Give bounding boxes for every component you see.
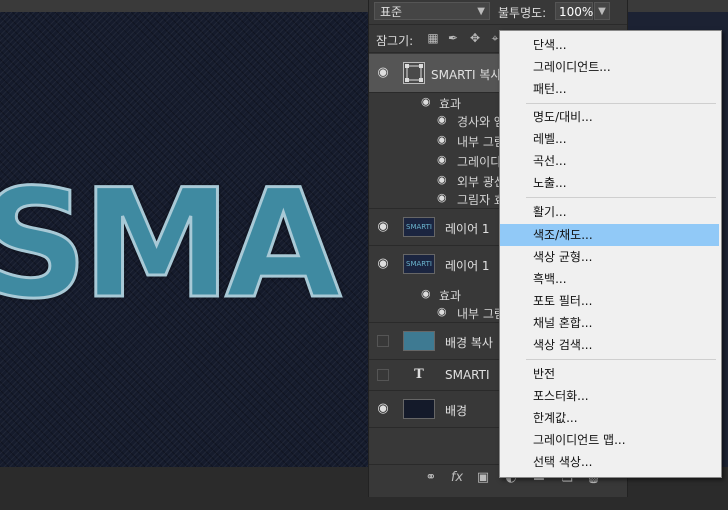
eye-icon[interactable]: ◉ bbox=[437, 153, 447, 166]
lock-pixels-icon[interactable]: ✒ bbox=[447, 32, 459, 44]
effect-name: 그레이디 bbox=[457, 155, 502, 169]
layer-thumbnail: SMARTI bbox=[403, 254, 435, 274]
menu-item-gradient-map[interactable]: 그레이디언트 맵... bbox=[500, 429, 719, 451]
blend-mode-select[interactable]: 표준 ▼ bbox=[374, 2, 490, 20]
opacity-dropdown-button[interactable]: ▼ bbox=[594, 2, 610, 20]
menu-item-pattern[interactable]: 패턴... bbox=[500, 78, 719, 100]
eye-icon[interactable]: ◉ bbox=[437, 305, 447, 318]
menu-item-black-white[interactable]: 흑백... bbox=[500, 268, 719, 290]
menu-item-levels[interactable]: 레벨... bbox=[500, 128, 719, 150]
blend-opacity-row: 표준 ▼ 불투명도: 100% ▼ bbox=[369, 0, 627, 25]
layer-name[interactable]: 배경 복사 bbox=[445, 334, 493, 351]
canvas-denim-text: SMA bbox=[0, 158, 343, 332]
type-layer-icon: T bbox=[414, 367, 424, 382]
menu-item-channel-mixer[interactable]: 채널 혼합... bbox=[500, 312, 719, 334]
menu-item-vibrance[interactable]: 활기... bbox=[500, 201, 719, 223]
lock-position-icon[interactable]: ✥ bbox=[469, 32, 481, 44]
layer-name[interactable]: SMARTI 복사 bbox=[431, 66, 501, 83]
effect-name: 그림자 효 bbox=[457, 193, 505, 207]
visibility-toggle[interactable] bbox=[377, 335, 389, 347]
effect-name: 경사와 엠 bbox=[457, 115, 505, 129]
opacity-input[interactable]: 100% bbox=[555, 2, 593, 20]
eye-icon[interactable]: ◉ bbox=[421, 287, 431, 300]
menu-item-selective-color[interactable]: 선택 색상... bbox=[500, 451, 719, 473]
eye-icon[interactable]: ◉ bbox=[376, 257, 390, 271]
menu-item-invert[interactable]: 반전 bbox=[500, 363, 719, 385]
menu-item-color-balance[interactable]: 색상 균형... bbox=[500, 246, 719, 268]
menu-item-brightness-contrast[interactable]: 명도/대비... bbox=[500, 106, 719, 128]
menu-item-threshold[interactable]: 한계값... bbox=[500, 407, 719, 429]
layer-name[interactable]: 레이어 1 bbox=[445, 220, 490, 237]
lock-label: 잠그기: bbox=[376, 34, 414, 48]
eye-icon[interactable]: ◉ bbox=[437, 191, 447, 204]
menu-separator bbox=[526, 197, 716, 198]
eye-icon[interactable]: ◉ bbox=[376, 220, 390, 234]
eye-icon[interactable]: ◉ bbox=[376, 402, 390, 416]
opacity-label: 불투명도: bbox=[498, 6, 547, 20]
menu-item-posterize[interactable]: 포스터화... bbox=[500, 385, 719, 407]
eye-icon[interactable]: ◉ bbox=[376, 66, 390, 80]
lock-transparency-icon[interactable]: ▦ bbox=[427, 32, 439, 44]
blend-mode-value: 표준 bbox=[380, 5, 403, 19]
mask-icon[interactable]: ▣ bbox=[475, 470, 491, 486]
fx-icon[interactable]: fx bbox=[449, 470, 465, 486]
link-icon[interactable]: ⚭ bbox=[423, 470, 439, 486]
eye-icon[interactable]: ◉ bbox=[437, 113, 447, 126]
menu-item-exposure[interactable]: 노출... bbox=[500, 172, 719, 194]
layer-thumbnail: SMARTI bbox=[403, 217, 435, 237]
effect-name: 내부 그림 bbox=[457, 135, 505, 149]
effect-name: 내부 그림 bbox=[457, 307, 505, 321]
layer-name[interactable]: SMARTI bbox=[445, 368, 490, 382]
eye-icon[interactable]: ◉ bbox=[437, 133, 447, 146]
smart-object-thumbnail bbox=[403, 62, 425, 84]
adjustment-layer-menu: 단색... 그레이디언트... 패턴... 명도/대비... 레벨... 곡선.… bbox=[499, 30, 722, 478]
menu-separator bbox=[526, 359, 716, 360]
menu-item-curves[interactable]: 곡선... bbox=[500, 150, 719, 172]
menu-item-gradient[interactable]: 그레이디언트... bbox=[500, 56, 719, 78]
layer-thumbnail bbox=[403, 331, 435, 351]
eye-icon[interactable]: ◉ bbox=[421, 95, 431, 108]
menu-item-hue-saturation[interactable]: 색조/채도... bbox=[500, 224, 719, 246]
menu-item-solid-color[interactable]: 단색... bbox=[500, 34, 719, 56]
menu-item-photo-filter[interactable]: 포토 필터... bbox=[500, 290, 719, 312]
eye-icon[interactable]: ◉ bbox=[437, 173, 447, 186]
layer-thumbnail bbox=[403, 399, 435, 419]
menu-separator bbox=[526, 103, 716, 104]
visibility-toggle[interactable] bbox=[377, 369, 389, 381]
menu-item-color-lookup[interactable]: 색상 검색... bbox=[500, 334, 719, 356]
layer-name[interactable]: 레이어 1 bbox=[445, 257, 490, 274]
chevron-down-icon: ▼ bbox=[477, 6, 485, 17]
layer-name[interactable]: 배경 bbox=[445, 402, 467, 419]
document-canvas[interactable]: SMA bbox=[0, 12, 368, 467]
